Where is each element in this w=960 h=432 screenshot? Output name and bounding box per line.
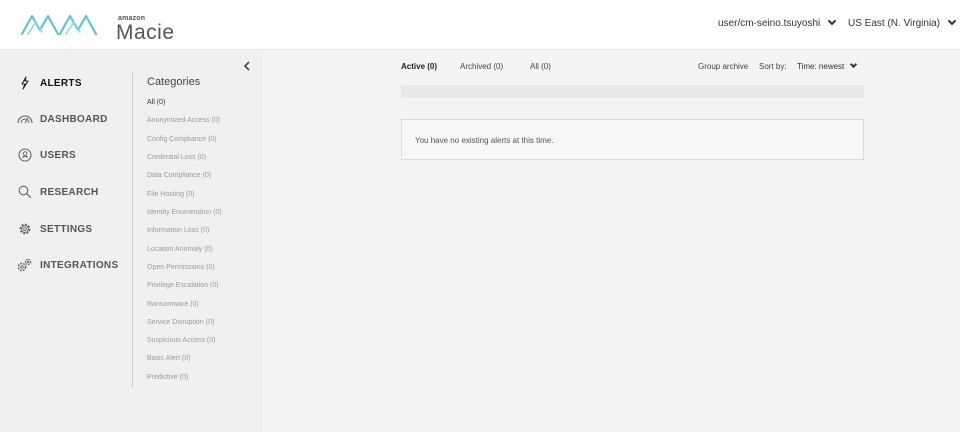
- category-item[interactable]: Open Permissions (0): [147, 264, 215, 271]
- group-archive-link[interactable]: Group archive: [698, 62, 748, 71]
- category-item[interactable]: Service Disruption (0): [147, 319, 214, 326]
- category-item[interactable]: Privilege Escalation (0): [147, 282, 219, 289]
- gear-icon: [17, 221, 33, 237]
- sidebar-item-label: ALERTS: [40, 77, 82, 89]
- sidebar-nav: ALERTS DASHBOARD USERS RESEARCH SETTINGS…: [0, 51, 132, 432]
- category-item[interactable]: Anonymized Access (0): [147, 117, 220, 124]
- category-item[interactable]: Config Compliance (0): [147, 136, 217, 143]
- gauge-icon: [17, 111, 33, 127]
- category-item[interactable]: File Hosting (0): [147, 191, 194, 198]
- chevron-down-icon: [947, 16, 957, 26]
- sort-value: Time: newest: [797, 62, 845, 71]
- user-name: user/cm-seino.tsuyoshi: [718, 18, 821, 29]
- divider: [132, 73, 133, 388]
- sidebar-item-integrations[interactable]: INTEGRATIONS: [17, 257, 118, 273]
- categories-title: Categories: [147, 76, 201, 88]
- sort-label: Sort by:: [759, 62, 787, 71]
- category-item[interactable]: Credential Loss (0): [147, 154, 206, 161]
- sidebar-item-users[interactable]: USERS: [17, 147, 76, 163]
- collapse-button[interactable]: [242, 59, 252, 71]
- region-menu[interactable]: US East (N. Virginia): [848, 16, 957, 29]
- brand-name: Macie: [116, 21, 175, 44]
- category-item[interactable]: Predictive (0): [147, 374, 188, 381]
- macie-logo-icon: [20, 14, 98, 36]
- sidebar-item-label: USERS: [40, 149, 76, 161]
- category-item[interactable]: Information Loss (0): [147, 227, 209, 234]
- user-circle-icon: [17, 147, 33, 163]
- sidebar-item-alerts[interactable]: ALERTS: [17, 75, 82, 91]
- empty-state: You have no existing alerts at this time…: [401, 119, 864, 160]
- sidebar-item-research[interactable]: RESEARCH: [17, 184, 99, 200]
- category-item[interactable]: Ransomware (0): [147, 301, 199, 308]
- category-item[interactable]: Location Anomaly (0): [147, 246, 213, 253]
- lightning-icon: [17, 75, 33, 91]
- alerts-toolbar: [401, 85, 864, 98]
- chevron-down-icon: [828, 16, 837, 26]
- sort-select[interactable]: Time: newest: [797, 60, 858, 71]
- tab-active[interactable]: Active (0): [401, 62, 437, 71]
- region-name: US East (N. Virginia): [848, 18, 941, 29]
- integrations-icon: [17, 257, 33, 273]
- macie-logo[interactable]: amazon Macie: [20, 8, 174, 44]
- sidebar-item-label: INTEGRATIONS: [40, 259, 119, 271]
- main-content: Active (0) Archived (0) All (0) Group ar…: [262, 51, 960, 432]
- category-item[interactable]: All (0): [147, 99, 165, 106]
- top-header: amazon Macie user/cm-seino.tsuyoshi US E…: [0, 0, 960, 50]
- chevron-left-icon: [243, 61, 250, 71]
- tab-all[interactable]: All (0): [530, 62, 551, 71]
- user-menu[interactable]: user/cm-seino.tsuyoshi: [718, 16, 837, 29]
- empty-message: You have no existing alerts at this time…: [415, 136, 554, 145]
- sidebar-item-label: DASHBOARD: [40, 113, 108, 125]
- category-item[interactable]: Suspicious Access (0): [147, 337, 215, 344]
- sidebar-item-settings[interactable]: SETTINGS: [17, 221, 92, 237]
- sidebar-item-label: RESEARCH: [40, 186, 99, 198]
- sidebar-item-label: SETTINGS: [40, 223, 93, 235]
- tab-archived[interactable]: Archived (0): [460, 62, 503, 71]
- search-icon: [17, 184, 33, 200]
- category-item[interactable]: Basic Alert (0): [147, 355, 191, 362]
- category-item[interactable]: Identity Enumeration (0): [147, 209, 222, 216]
- chevron-down-icon: [850, 60, 858, 69]
- category-item[interactable]: Data Compliance (0): [147, 172, 211, 179]
- categories-panel: Categories All (0) Anonymized Access (0)…: [132, 51, 262, 432]
- sidebar-item-dashboard[interactable]: DASHBOARD: [17, 111, 108, 127]
